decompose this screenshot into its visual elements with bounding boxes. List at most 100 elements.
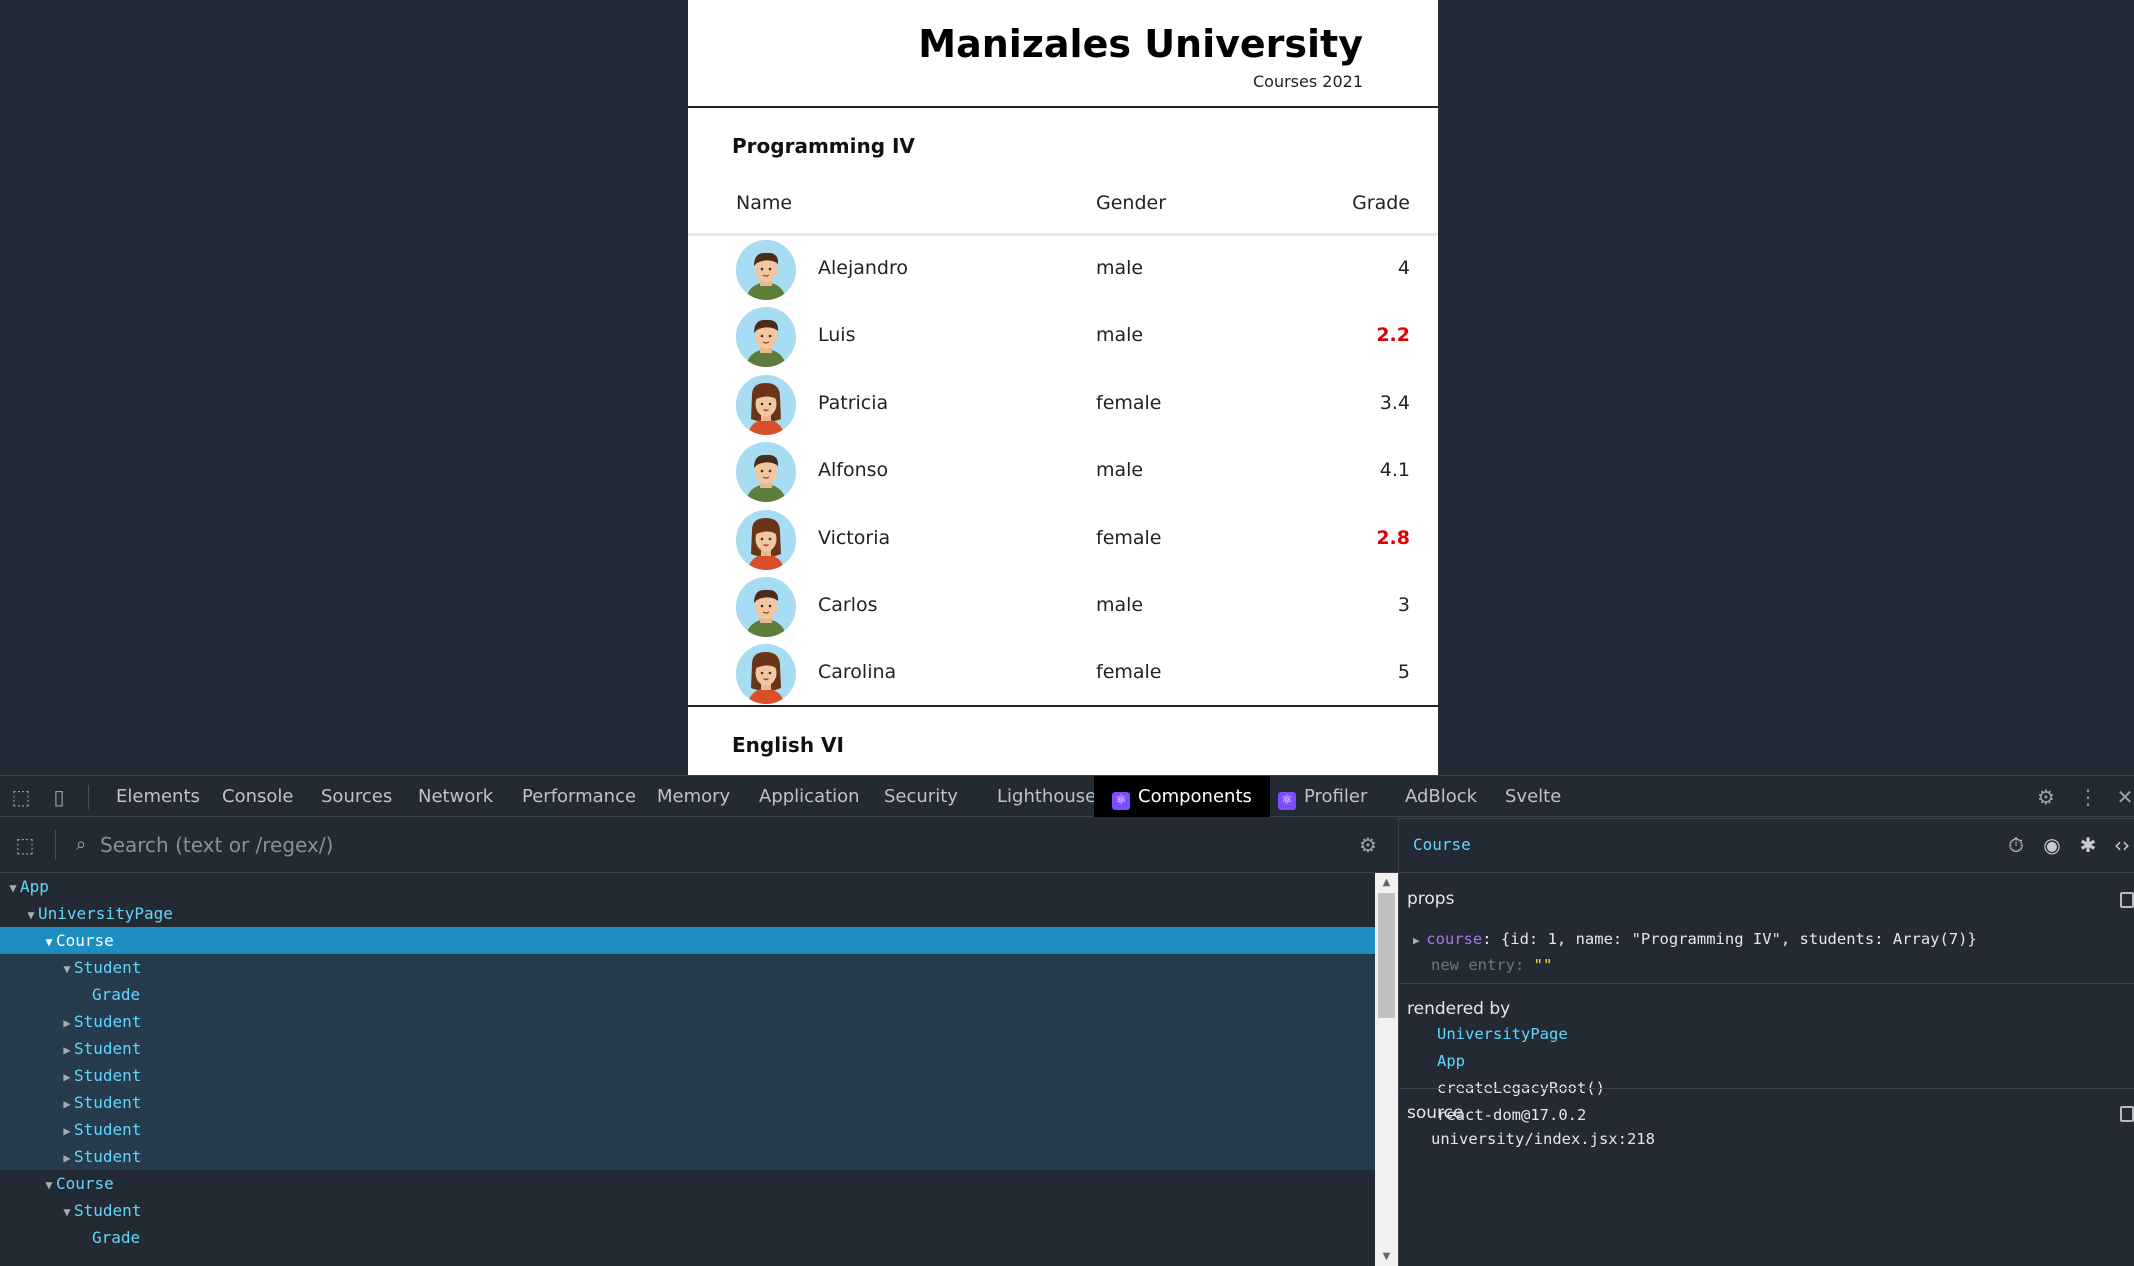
tab-adblock[interactable]: AdBlock bbox=[1405, 776, 1477, 817]
scroll-down-arrow-icon[interactable]: ▼ bbox=[1375, 1251, 1398, 1262]
tab-label: Network bbox=[418, 786, 494, 807]
tree-node-app[interactable]: ▼ App bbox=[0, 873, 1375, 900]
page-title: Manizales University bbox=[918, 22, 1363, 66]
course-divider bbox=[688, 705, 1438, 707]
student-grade: 2.2 bbox=[1376, 324, 1410, 347]
expand-arrow-icon[interactable]: ▶ bbox=[60, 1064, 74, 1091]
new-entry-colon: : bbox=[1515, 956, 1534, 974]
university-page: Manizales University Courses 2021 Progra… bbox=[688, 0, 1438, 775]
tab-label: Components bbox=[1138, 786, 1252, 807]
stopwatch-icon[interactable]: ⏱ bbox=[2003, 832, 2029, 858]
tree-node-course[interactable]: ▼ Course bbox=[0, 1170, 1375, 1197]
copy-source-icon[interactable] bbox=[2120, 1106, 2134, 1122]
tab-memory[interactable]: Memory bbox=[657, 776, 730, 817]
tab-svelte[interactable]: Svelte bbox=[1505, 776, 1561, 817]
source-location[interactable]: university/index.jsx:218 bbox=[1431, 1130, 1655, 1148]
tab-lighthouse[interactable]: Lighthouse bbox=[997, 776, 1096, 817]
tab-components[interactable]: ⚛ Components bbox=[1094, 776, 1270, 817]
scroll-up-arrow-icon[interactable]: ▲ bbox=[1375, 877, 1398, 888]
collapse-arrow-icon[interactable]: ▼ bbox=[42, 1172, 56, 1199]
expand-arrow-icon[interactable]: ▶ bbox=[1413, 934, 1426, 947]
new-entry-label: new entry bbox=[1431, 956, 1515, 974]
select-component-icon[interactable]: ⬚ bbox=[12, 832, 38, 858]
tab-label: Performance bbox=[522, 786, 637, 807]
tab-label: Console bbox=[222, 786, 294, 807]
copy-props-icon[interactable] bbox=[2120, 892, 2134, 908]
tab-sources[interactable]: Sources bbox=[321, 776, 392, 817]
tree-node-grade[interactable]: Grade bbox=[0, 981, 1375, 1008]
tab-label: Application bbox=[759, 786, 860, 807]
bug-icon[interactable]: ✱ bbox=[2075, 832, 2101, 858]
collapse-arrow-icon[interactable]: ▼ bbox=[24, 902, 38, 929]
scrollbar-thumb[interactable] bbox=[1378, 893, 1395, 1018]
section-divider bbox=[1399, 983, 2134, 984]
student-name: Carolina bbox=[818, 661, 897, 684]
rendered-by-item[interactable]: App bbox=[1437, 1052, 1465, 1070]
close-devtools-icon[interactable]: ✕ bbox=[2112, 784, 2134, 810]
tree-node-label: Student bbox=[74, 1120, 142, 1139]
course-title: English VI bbox=[732, 733, 844, 757]
student-name: Patricia bbox=[818, 391, 889, 414]
device-toolbar-icon[interactable]: ▯ bbox=[46, 784, 72, 810]
tree-node-universitypage[interactable]: ▼ UniversityPage bbox=[0, 900, 1375, 927]
expand-arrow-icon[interactable]: ▶ bbox=[60, 1118, 74, 1145]
tree-node-label: Student bbox=[74, 1012, 142, 1031]
expand-arrow-icon[interactable]: ▶ bbox=[60, 1145, 74, 1172]
tab-console[interactable]: Console bbox=[222, 776, 293, 817]
source-section-title: source bbox=[1407, 1103, 1464, 1123]
tree-node-label: Student bbox=[74, 1201, 142, 1220]
tree-node-label: Grade bbox=[92, 985, 141, 1004]
expand-arrow-icon[interactable]: ▶ bbox=[60, 1010, 74, 1037]
tree-node-student[interactable]: ▶ Student bbox=[0, 1008, 1375, 1035]
collapse-arrow-icon[interactable]: ▼ bbox=[42, 929, 56, 956]
table-row: Alejandro male 4 bbox=[688, 236, 1438, 303]
component-tree: ▼ App ▼ UniversityPage ▼ Course ▼ Student Grade ▶… bbox=[0, 873, 1375, 1266]
tab-label: Lighthouse bbox=[997, 786, 1097, 807]
tree-node-course[interactable]: ▼ Course bbox=[0, 927, 1375, 954]
tab-elements[interactable]: Elements bbox=[116, 776, 200, 817]
tab-performance[interactable]: Performance bbox=[522, 776, 636, 817]
tree-node-student[interactable]: ▶ Student bbox=[0, 1116, 1375, 1143]
new-entry-value[interactable]: "" bbox=[1534, 956, 1553, 974]
eye-icon[interactable]: ◉ bbox=[2039, 832, 2065, 858]
expand-arrow-icon[interactable]: ▶ bbox=[60, 1091, 74, 1118]
collapse-arrow-icon[interactable]: ▼ bbox=[60, 956, 74, 983]
tree-node-student[interactable]: ▼ Student bbox=[0, 954, 1375, 981]
tab-network[interactable]: Network bbox=[418, 776, 493, 817]
prop-course-row[interactable]: ▶ course: {id: 1, name: "Programming IV"… bbox=[1413, 930, 1977, 948]
search-separator bbox=[55, 830, 56, 860]
view-source-icon[interactable]: ‹› bbox=[2109, 832, 2134, 858]
more-options-icon[interactable]: ⋮ bbox=[2075, 784, 2101, 810]
tree-node-student[interactable]: ▶ Student bbox=[0, 1143, 1375, 1170]
tree-node-label: App bbox=[20, 877, 49, 896]
column-header-grade: Grade bbox=[1352, 192, 1410, 214]
tree-node-student[interactable]: ▶ Student bbox=[0, 1062, 1375, 1089]
student-gender: female bbox=[1096, 526, 1162, 549]
selected-component-name: Course bbox=[1413, 835, 1471, 854]
tab-security[interactable]: Security bbox=[884, 776, 958, 817]
new-entry-row[interactable]: new entry: "" bbox=[1431, 956, 1552, 974]
student-grade: 4.1 bbox=[1379, 459, 1410, 482]
tab-profiler[interactable]: ⚛ Profiler bbox=[1278, 776, 1367, 817]
rendered-by-item[interactable]: UniversityPage bbox=[1437, 1025, 1568, 1043]
page-subtitle: Courses 2021 bbox=[1253, 72, 1363, 91]
tree-settings-gear-icon[interactable]: ⚙ bbox=[1355, 832, 1381, 858]
tree-node-grade[interactable]: Grade bbox=[0, 1224, 1375, 1251]
tree-node-student[interactable]: ▼ Student bbox=[0, 1197, 1375, 1224]
settings-gear-icon[interactable]: ⚙ bbox=[2033, 784, 2059, 810]
inspect-element-icon[interactable]: ⬚ bbox=[8, 784, 34, 810]
collapse-arrow-icon[interactable]: ▼ bbox=[60, 1199, 74, 1226]
tree-node-student[interactable]: ▶ Student bbox=[0, 1089, 1375, 1116]
student-grade: 5 bbox=[1397, 661, 1410, 684]
tree-node-label: Course bbox=[56, 1174, 114, 1193]
tree-node-student[interactable]: ▶ Student bbox=[0, 1035, 1375, 1062]
student-avatar bbox=[736, 442, 796, 503]
student-table-body: Alejandro male 4 Luis male 2.2 Patricia female 3… bbox=[688, 236, 1438, 708]
tab-application[interactable]: Application bbox=[759, 776, 860, 817]
collapse-arrow-icon[interactable]: ▼ bbox=[6, 875, 20, 902]
search-input[interactable] bbox=[100, 828, 1330, 862]
component-tree-panel: ⬚ ⌕ ⚙ ▼App▼UniversityPage▼Course▼Student… bbox=[0, 818, 1398, 1266]
expand-arrow-icon[interactable]: ▶ bbox=[60, 1037, 74, 1064]
tree-scrollbar[interactable]: ▲ ▼ bbox=[1375, 873, 1398, 1266]
student-name: Alejandro bbox=[818, 257, 909, 279]
